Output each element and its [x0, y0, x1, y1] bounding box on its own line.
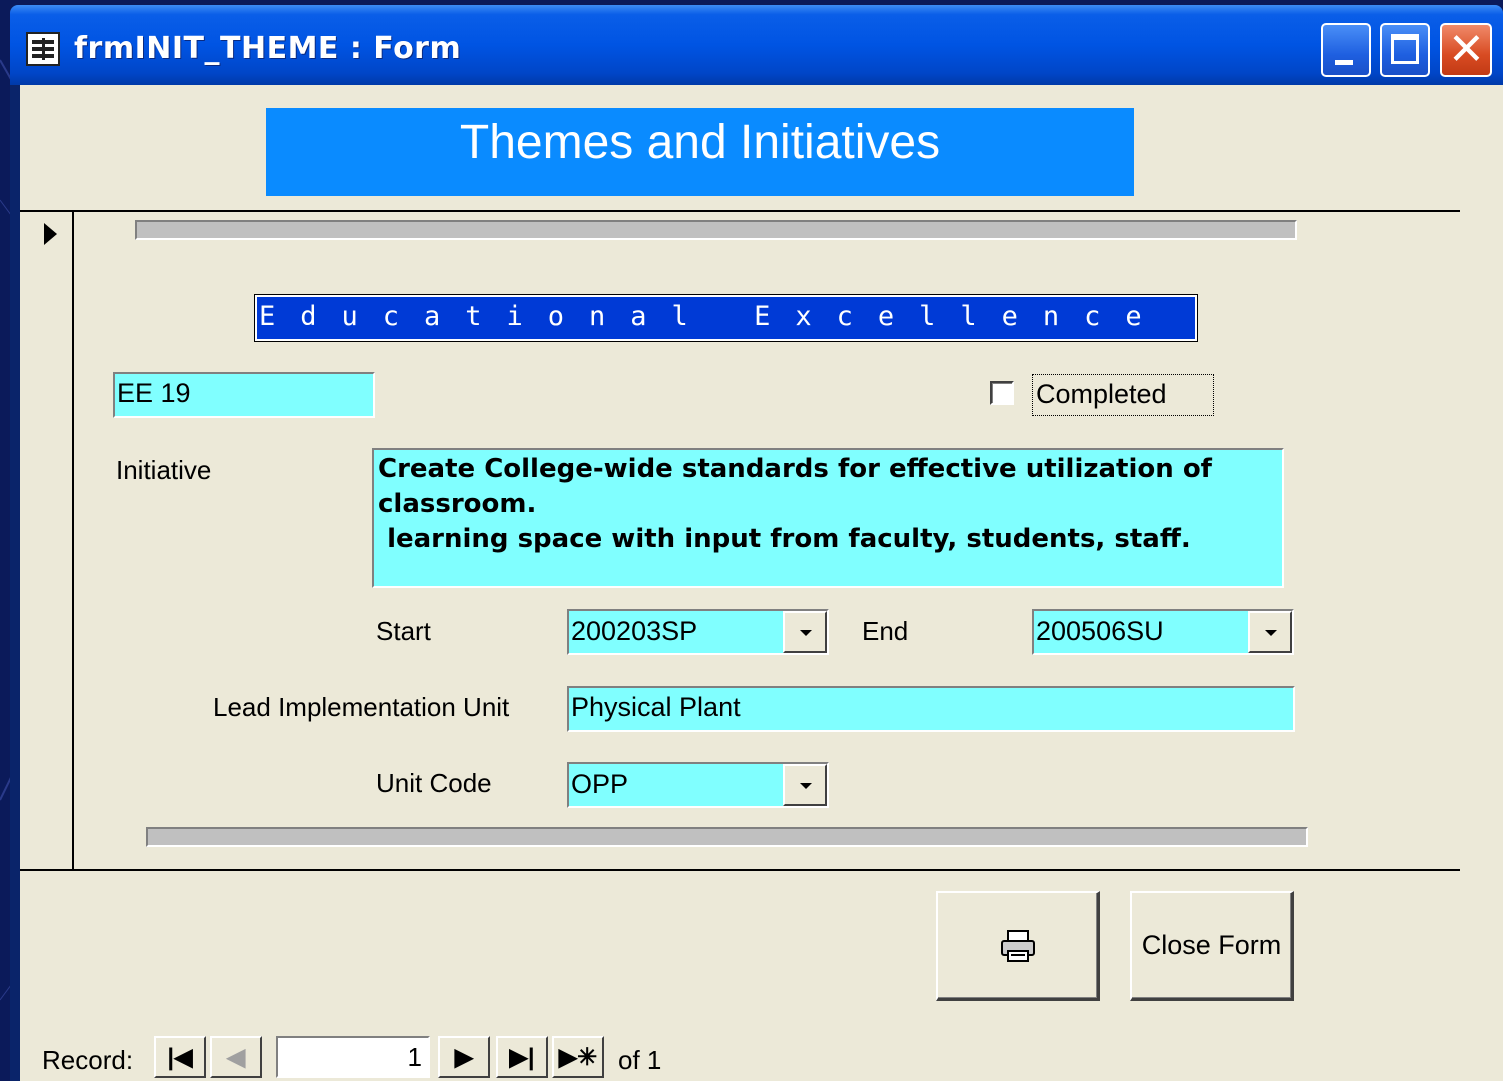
start-combo[interactable]: 200203SP	[567, 609, 829, 655]
initiative-label: Initiative	[116, 455, 212, 485]
title-bar[interactable]: frmINIT_THEME : Form ✕	[10, 5, 1503, 85]
unit-code-dropdown-button[interactable]	[783, 764, 827, 806]
end-label: End	[862, 616, 909, 646]
top-separator-bar	[135, 220, 1297, 240]
next-record-icon: ▶	[454, 1043, 474, 1071]
new-record-button[interactable]: ▶✳	[552, 1036, 604, 1078]
detail-top-divider	[20, 210, 1460, 212]
form-body: Themes and Initiatives Educational Excel…	[20, 85, 1503, 1081]
end-dropdown-button[interactable]	[1248, 611, 1292, 653]
end-combo[interactable]: 200506SU	[1032, 609, 1294, 655]
window-title: frmINIT_THEME : Form	[74, 31, 462, 66]
next-record-button[interactable]: ▶	[438, 1036, 490, 1078]
record-selector-divider	[72, 210, 74, 870]
form-header: Themes and Initiatives	[266, 108, 1134, 196]
end-value: 200506SU	[1036, 616, 1164, 646]
initiative-text-field[interactable]: Create College-wide standards for effect…	[372, 448, 1284, 588]
start-label: Start	[376, 616, 431, 646]
code-field[interactable]: EE 19	[113, 372, 375, 418]
completed-checkbox[interactable]	[990, 381, 1014, 405]
close-form-button[interactable]: Close Form	[1130, 891, 1294, 1001]
maximize-button[interactable]	[1380, 23, 1430, 77]
first-record-icon: |◀	[167, 1043, 193, 1071]
unit-code-combo[interactable]: OPP	[567, 762, 829, 808]
printer-icon	[1000, 929, 1035, 962]
unit-code-label: Unit Code	[376, 768, 492, 798]
start-dropdown-button[interactable]	[783, 611, 827, 653]
previous-record-icon: ◀	[226, 1043, 246, 1071]
record-label: Record:	[42, 1045, 134, 1075]
previous-record-button[interactable]: ◀	[210, 1036, 262, 1078]
bottom-separator-bar	[146, 827, 1308, 847]
completed-label[interactable]: Completed	[1032, 374, 1214, 416]
theme-value: Educational Excellence	[259, 301, 1167, 332]
last-record-icon: ▶|	[509, 1043, 535, 1071]
close-form-label: Close Form	[1141, 930, 1282, 960]
lead-unit-label: Lead Implementation Unit	[213, 692, 510, 722]
start-value: 200203SP	[571, 616, 698, 646]
form-header-title: Themes and Initiatives	[459, 116, 941, 169]
first-record-button[interactable]: |◀	[154, 1036, 206, 1078]
form-icon[interactable]	[26, 32, 60, 66]
detail-bottom-divider	[20, 869, 1460, 871]
new-record-icon: ▶✳	[558, 1043, 598, 1071]
lead-unit-field[interactable]: Physical Plant	[567, 686, 1295, 732]
record-selector-icon[interactable]	[44, 223, 57, 245]
theme-field[interactable]: Educational Excellence	[254, 294, 1198, 342]
last-record-button[interactable]: ▶|	[496, 1036, 548, 1078]
minimize-button[interactable]	[1321, 23, 1371, 77]
record-total: of 1	[618, 1045, 662, 1075]
print-button[interactable]	[936, 891, 1100, 1001]
form-window: frmINIT_THEME : Form ✕ Themes and Initia…	[10, 5, 1503, 1081]
close-window-button[interactable]: ✕	[1440, 23, 1492, 77]
close-icon: ✕	[1448, 24, 1485, 75]
unit-code-value: OPP	[571, 769, 629, 799]
record-number-field[interactable]: 1	[276, 1036, 430, 1078]
